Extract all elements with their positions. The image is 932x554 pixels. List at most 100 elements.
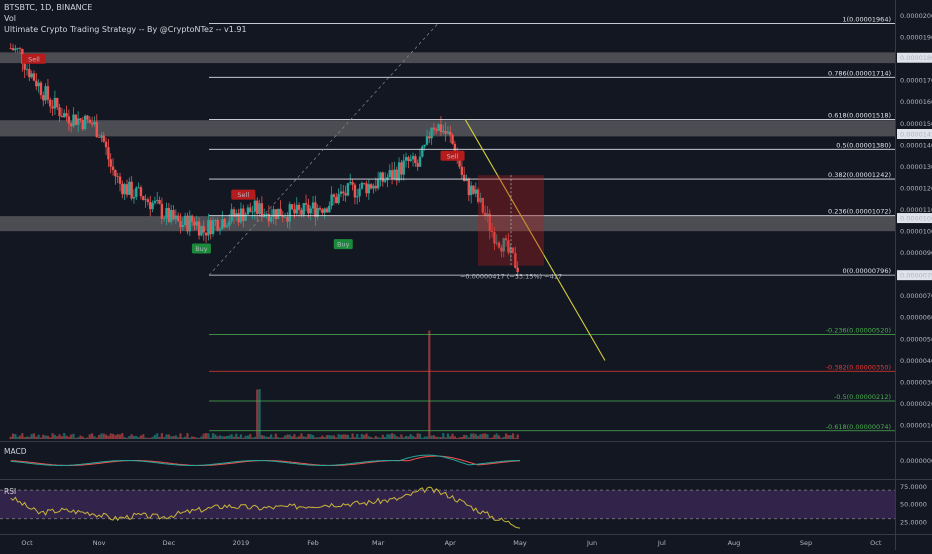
volume-bar	[504, 433, 508, 439]
buy-signal-label: Buy	[195, 245, 208, 253]
candle-body	[211, 220, 215, 235]
price-axis-tick: 0.00000300	[900, 378, 932, 386]
symbol-title: BTSBTC, 1D, BINANCE	[4, 3, 93, 12]
volume-bar	[14, 434, 17, 439]
candle-body	[123, 184, 126, 195]
volume-bar	[97, 434, 101, 439]
volume-bar	[500, 437, 503, 439]
candle-body	[516, 267, 519, 273]
volume-bar	[244, 435, 247, 439]
price-axis-tick: 0.00002000	[900, 12, 932, 20]
volume-bar	[25, 436, 29, 439]
candle-body	[242, 208, 245, 221]
time-axis-tick: Nov	[93, 539, 106, 547]
volume-bar	[330, 435, 333, 439]
candle-body	[65, 113, 68, 117]
candle-body	[28, 68, 31, 78]
candle-body	[425, 136, 429, 145]
candle-body	[435, 129, 438, 131]
volume-bar	[207, 433, 210, 439]
volume-bar	[497, 435, 501, 439]
volume-bar	[297, 436, 301, 439]
volume-bar	[151, 436, 154, 439]
candle-body	[88, 119, 91, 124]
volume-bar	[102, 433, 105, 439]
volume-bar	[351, 433, 354, 439]
candle-body	[132, 197, 136, 199]
candle-body	[253, 200, 257, 212]
candle-body	[328, 205, 331, 213]
candle-body	[42, 95, 45, 101]
candle-body	[114, 169, 117, 177]
fib-level-label: 0.382(0.00001242)	[828, 171, 891, 179]
candle-body	[156, 199, 159, 201]
volume-bar	[456, 437, 459, 439]
candle-body	[446, 131, 450, 134]
candle-body	[369, 184, 373, 189]
volume-bar	[84, 437, 87, 439]
volume-bar	[332, 435, 336, 439]
candle-body	[121, 183, 124, 195]
candle-body	[135, 187, 138, 198]
candle-body	[58, 107, 61, 117]
volume-bar	[91, 433, 94, 439]
volume-bar	[225, 435, 229, 439]
volume-bar	[18, 435, 22, 439]
volume-bar	[509, 435, 512, 439]
volume-bar	[153, 434, 157, 439]
volume-bar	[409, 434, 412, 439]
volume-bar	[28, 436, 31, 439]
rsi-axis-tick: 50.0000	[900, 501, 927, 509]
volume-bar	[490, 437, 494, 439]
candle-body	[339, 191, 343, 195]
volume-bar	[284, 435, 287, 439]
candle-body	[356, 196, 359, 198]
time-axis-tick: Apr	[445, 539, 457, 547]
fib-level-label: 0.5(0.00001380)	[836, 141, 891, 149]
volume-bar	[56, 436, 59, 439]
volume-bar	[386, 434, 389, 439]
volume-bar	[242, 437, 245, 439]
price-axis-tick: 0.00000600	[900, 314, 932, 322]
candle-body	[360, 182, 364, 189]
volume-bar	[149, 437, 152, 439]
volume-bar	[200, 436, 203, 439]
candle-body	[462, 174, 466, 182]
volume-bar	[425, 436, 429, 439]
volume-bar	[272, 437, 275, 439]
candle-body	[416, 163, 419, 167]
candle-body	[397, 162, 401, 181]
price-chart[interactable]: 1(0.00001964) 0.786(0.00001714) 0.618(0.00…	[0, 0, 932, 550]
candle-body	[169, 210, 173, 222]
candle-body	[337, 194, 340, 204]
time-axis-tick: Mar	[372, 539, 385, 547]
volume-bar	[267, 436, 270, 439]
volume-bar	[114, 435, 117, 439]
candle-body	[414, 156, 417, 164]
volume-bar	[318, 437, 322, 439]
price-axis-tick: 0.00000700	[900, 292, 932, 300]
candle-body	[9, 48, 12, 49]
candle-body	[190, 215, 194, 222]
volume-bar	[402, 437, 405, 439]
price-axis-tick: 0.00001900	[900, 34, 932, 42]
volume-bar	[118, 434, 122, 439]
volume-bar	[416, 433, 419, 439]
volume-bar	[295, 437, 298, 439]
volume-bar	[186, 433, 189, 439]
volume-bar	[30, 434, 33, 439]
volume-bar	[358, 437, 361, 439]
volume-bar	[221, 436, 224, 439]
candle-body	[51, 106, 54, 109]
volume-bar	[407, 436, 410, 439]
candle-body	[251, 211, 254, 213]
candle-body	[383, 180, 387, 182]
price-axis-tick: 0.00001500	[900, 120, 932, 128]
volume-bar	[270, 434, 273, 439]
candle-body	[335, 197, 338, 204]
volume-bar	[95, 437, 98, 439]
price-axis-tick: 0.00000100	[900, 421, 932, 429]
volume-bar	[488, 437, 491, 439]
candle-body	[246, 207, 250, 215]
volume-bar	[281, 437, 284, 439]
